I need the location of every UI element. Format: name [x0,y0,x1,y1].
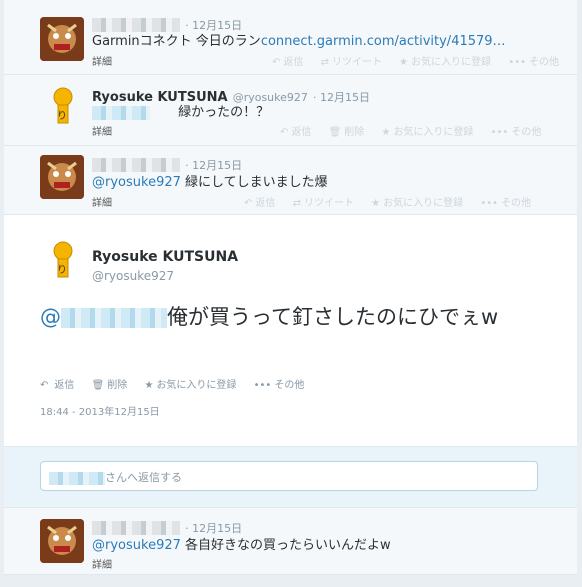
tweet-4[interactable]: · 12月15日 @ryosuke927 各自好きなの買ったらいいんだよw 詳細 [4,508,577,575]
favorite-icon[interactable]: ★ [371,198,380,209]
reply-icon[interactable]: ↶ [244,198,252,209]
tweet-3[interactable]: · 12月15日 @ryosuke927 緑にしてしまいました爆 詳細 ↶ 返信 … [4,146,577,215]
svg-text:り: り [57,110,67,122]
detail-link[interactable]: 詳細 [92,194,112,209]
main-user-name[interactable]: Ryosuke KUTSUNA [92,249,238,265]
avatar[interactable] [40,519,84,563]
retweet-button[interactable]: リツイート [332,57,382,68]
main-tweet: り Ryosuke KUTSUNA @ryosuke927 @ 俺が買うって釘さし… [4,215,577,447]
tweet-text: 緑にしてしまいました爆 [185,175,328,190]
detail-link[interactable]: 詳細 [92,123,112,138]
detail-link[interactable]: 詳細 [92,556,112,571]
more-icon[interactable]: ••• [491,127,509,138]
mention-link[interactable]: @ [40,305,167,329]
tweet-1[interactable]: · 12月15日 Garminコネクト 今日のランconnect.garmin.… [4,0,577,75]
delete-button[interactable]: 削除 [107,380,127,391]
more-button[interactable]: その他 [274,380,304,391]
main-tweet-text-block: @ 俺が買うって釘さしたのにひでぇw [40,301,540,334]
blurred-mention [61,308,167,328]
blurred-username [49,471,105,485]
reply-icon[interactable]: ↶ [280,127,288,138]
avatar[interactable]: り [48,241,78,285]
favorite-button[interactable]: お気に入りに登録 [393,127,473,138]
favorite-button[interactable]: お気に入りに登録 [156,380,236,391]
delete-icon[interactable]: 🗑 [92,380,105,391]
reply-box-area: さんへ返信する [4,447,577,508]
detail-link[interactable]: 詳細 [92,53,112,68]
blurred-mention [92,105,150,120]
more-icon[interactable]: ••• [254,380,272,391]
delete-icon[interactable]: 🗑 [329,127,342,138]
avatar[interactable]: り [48,87,78,131]
more-icon[interactable]: ••• [480,198,498,209]
blurred-username [92,157,180,172]
more-button[interactable]: その他 [529,57,559,68]
main-tweet-text: 俺が買うって釘さしたのにひでぇw [167,305,499,329]
favorite-button[interactable]: お気に入りに登録 [383,198,463,209]
more-icon[interactable]: ••• [508,57,526,68]
retweet-icon[interactable]: ⇄ [321,57,329,68]
more-button[interactable]: その他 [501,198,531,209]
reply-button[interactable]: 返信 [255,198,275,209]
reply-placeholder: さんへ返信する [105,471,182,484]
tweet-text: 各自好きなの買ったらいいんだよw [185,538,391,553]
tweet-text: 緑かったの！？ [178,105,270,120]
tweet-2[interactable]: り Ryosuke KUTSUNA @ryosuke927 · 12月15日 緑… [4,75,577,146]
blurred-username [92,520,180,535]
reply-button[interactable]: 返信 [283,57,303,68]
mention-link[interactable]: @ryosuke927 [92,175,181,190]
tweet-date[interactable]: · 12月15日 [313,91,370,104]
svg-text:り: り [57,264,67,276]
main-timestamp[interactable]: 18:44 - 2013年12月15日 [40,403,160,418]
retweet-icon[interactable]: ⇄ [293,198,301,209]
retweet-button[interactable]: リツイート [304,198,354,209]
avatar[interactable] [40,17,84,61]
delete-button[interactable]: 削除 [344,127,364,138]
reply-input[interactable]: さんへ返信する [40,461,538,491]
avatar[interactable] [40,155,84,199]
reply-button[interactable]: 返信 [54,380,74,391]
tweet-link[interactable]: connect.garmin.com/activity/41579… [261,34,506,49]
tweet-text: Garminコネクト 今日のラン [92,34,261,49]
favorite-button[interactable]: お気に入りに登録 [411,57,491,68]
main-user-handle[interactable]: @ryosuke927 [92,269,174,283]
reply-icon[interactable]: ↶ [272,57,280,68]
mention-link[interactable]: @ryosuke927 [92,538,181,553]
more-button[interactable]: その他 [511,127,541,138]
favorite-icon[interactable]: ★ [381,127,390,138]
favorite-icon[interactable]: ★ [144,380,153,391]
favorite-icon[interactable]: ★ [399,57,408,68]
reply-icon[interactable]: ↶ [40,380,48,391]
reply-button[interactable]: 返信 [291,127,311,138]
